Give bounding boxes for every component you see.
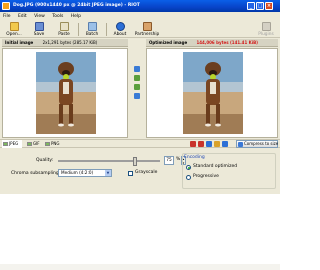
compress-icon	[238, 142, 243, 147]
standard-optimized-label: Standard optimized	[193, 164, 238, 169]
minimize-button[interactable]: _	[247, 2, 255, 10]
zoom-out-icon[interactable]	[134, 84, 140, 90]
image-icon	[45, 142, 50, 146]
paste-button[interactable]: Paste	[53, 22, 75, 38]
about-button[interactable]: About	[109, 22, 131, 38]
menu-help[interactable]: Help	[68, 12, 84, 21]
quality-unit: %	[176, 157, 181, 162]
chroma-subsampling-select[interactable]: Medium (4:2:0) ▼	[58, 169, 112, 177]
dog-photo	[183, 52, 243, 134]
chevron-down-icon: ▼	[105, 170, 111, 176]
fit-icon[interactable]	[134, 93, 140, 99]
maximize-button[interactable]: □	[256, 2, 264, 10]
partnership-button[interactable]: Partnership	[134, 22, 160, 38]
chroma-subsampling-label: Chroma subsampling:	[11, 171, 61, 176]
batch-icon	[87, 22, 97, 31]
rotate-icon[interactable]	[206, 141, 212, 147]
menu-tools[interactable]: Tools	[49, 12, 66, 21]
reset-icon[interactable]	[222, 141, 228, 147]
adjust-icon[interactable]	[214, 141, 220, 147]
redo-icon[interactable]	[198, 141, 204, 147]
image-icon	[3, 142, 8, 146]
tab-jpeg[interactable]: JPEG	[2, 140, 22, 148]
standard-optimized-radio[interactable]	[186, 165, 191, 170]
status-bar	[0, 264, 280, 270]
quality-input[interactable]: 75	[164, 156, 174, 165]
jpeg-options-panel: Quality: 75 % ▴ ▾ Chroma subsampling: Med…	[0, 149, 280, 194]
empty-workspace	[0, 194, 280, 270]
tab-png[interactable]: PNG	[44, 140, 60, 148]
quality-slider-thumb[interactable]	[132, 157, 137, 166]
dog-photo	[36, 52, 96, 134]
clipboard-icon	[59, 22, 69, 31]
app-icon	[2, 2, 10, 10]
plugins-button[interactable]: Plugins	[255, 22, 277, 38]
open-button[interactable]: Open...	[3, 22, 25, 38]
app-window: Dog.JPG (900x1440 px @ 24bit JPEG image)…	[0, 0, 280, 270]
undo-icon[interactable]	[190, 141, 196, 147]
info-icon	[115, 22, 125, 31]
toolbar-separator	[106, 23, 107, 36]
optimized-image-size: 144,006 bytes (141.41 KiB)	[196, 40, 258, 45]
optimized-image-header: Optimized image 144,006 bytes (141.41 Ki…	[146, 39, 278, 47]
save-button[interactable]: Save	[28, 22, 50, 38]
batch-button[interactable]: Batch	[81, 22, 103, 38]
image-icon	[27, 142, 32, 146]
compare-toolstrip	[130, 48, 144, 138]
toolbar: Open... Save Paste Batch About Partnersh…	[0, 21, 280, 38]
progressive-label: Progressive	[193, 174, 219, 179]
progressive-radio[interactable]	[186, 175, 191, 180]
format-tabs: JPEG GIF PNG Compress to size	[0, 139, 280, 148]
compress-to-size-button[interactable]: Compress to size	[236, 140, 278, 148]
folder-icon	[9, 22, 19, 31]
optimized-image-view[interactable]	[146, 48, 278, 138]
initial-image-view[interactable]	[2, 48, 128, 138]
grayscale-label: Grayscale	[135, 170, 158, 175]
zoom-in-icon[interactable]	[134, 75, 140, 81]
quality-slider-track[interactable]	[58, 160, 160, 162]
grayscale-checkbox[interactable]	[128, 171, 133, 176]
title-bar: Dog.JPG (900x1440 px @ 24bit JPEG image)…	[0, 0, 280, 12]
initial-image-title: Initial image	[5, 40, 34, 45]
tab-gif[interactable]: GIF	[26, 140, 40, 148]
close-button[interactable]: ×	[265, 2, 273, 10]
toolbar-separator	[78, 23, 79, 36]
initial-image-header: Initial image 2x1,291 bytes (285.17 KiB)	[2, 39, 128, 47]
optimized-image-title: Optimized image	[149, 40, 188, 45]
encoding-title: Encoding	[184, 155, 205, 160]
plugin-icon	[261, 22, 271, 31]
quality-label: Quality:	[36, 158, 54, 163]
menu-edit[interactable]: Edit	[15, 12, 30, 21]
menu-view[interactable]: View	[31, 12, 48, 21]
window-title: Dog.JPG (900x1440 px @ 24bit JPEG image)…	[13, 3, 140, 8]
initial-image-size: 2x1,291 bytes (285.17 KiB)	[42, 40, 98, 45]
menu-file[interactable]: File	[0, 12, 14, 21]
menu-bar: File Edit View Tools Help	[0, 12, 280, 21]
handshake-icon	[142, 22, 152, 31]
sync-icon[interactable]	[134, 66, 140, 72]
disk-icon	[34, 22, 44, 31]
